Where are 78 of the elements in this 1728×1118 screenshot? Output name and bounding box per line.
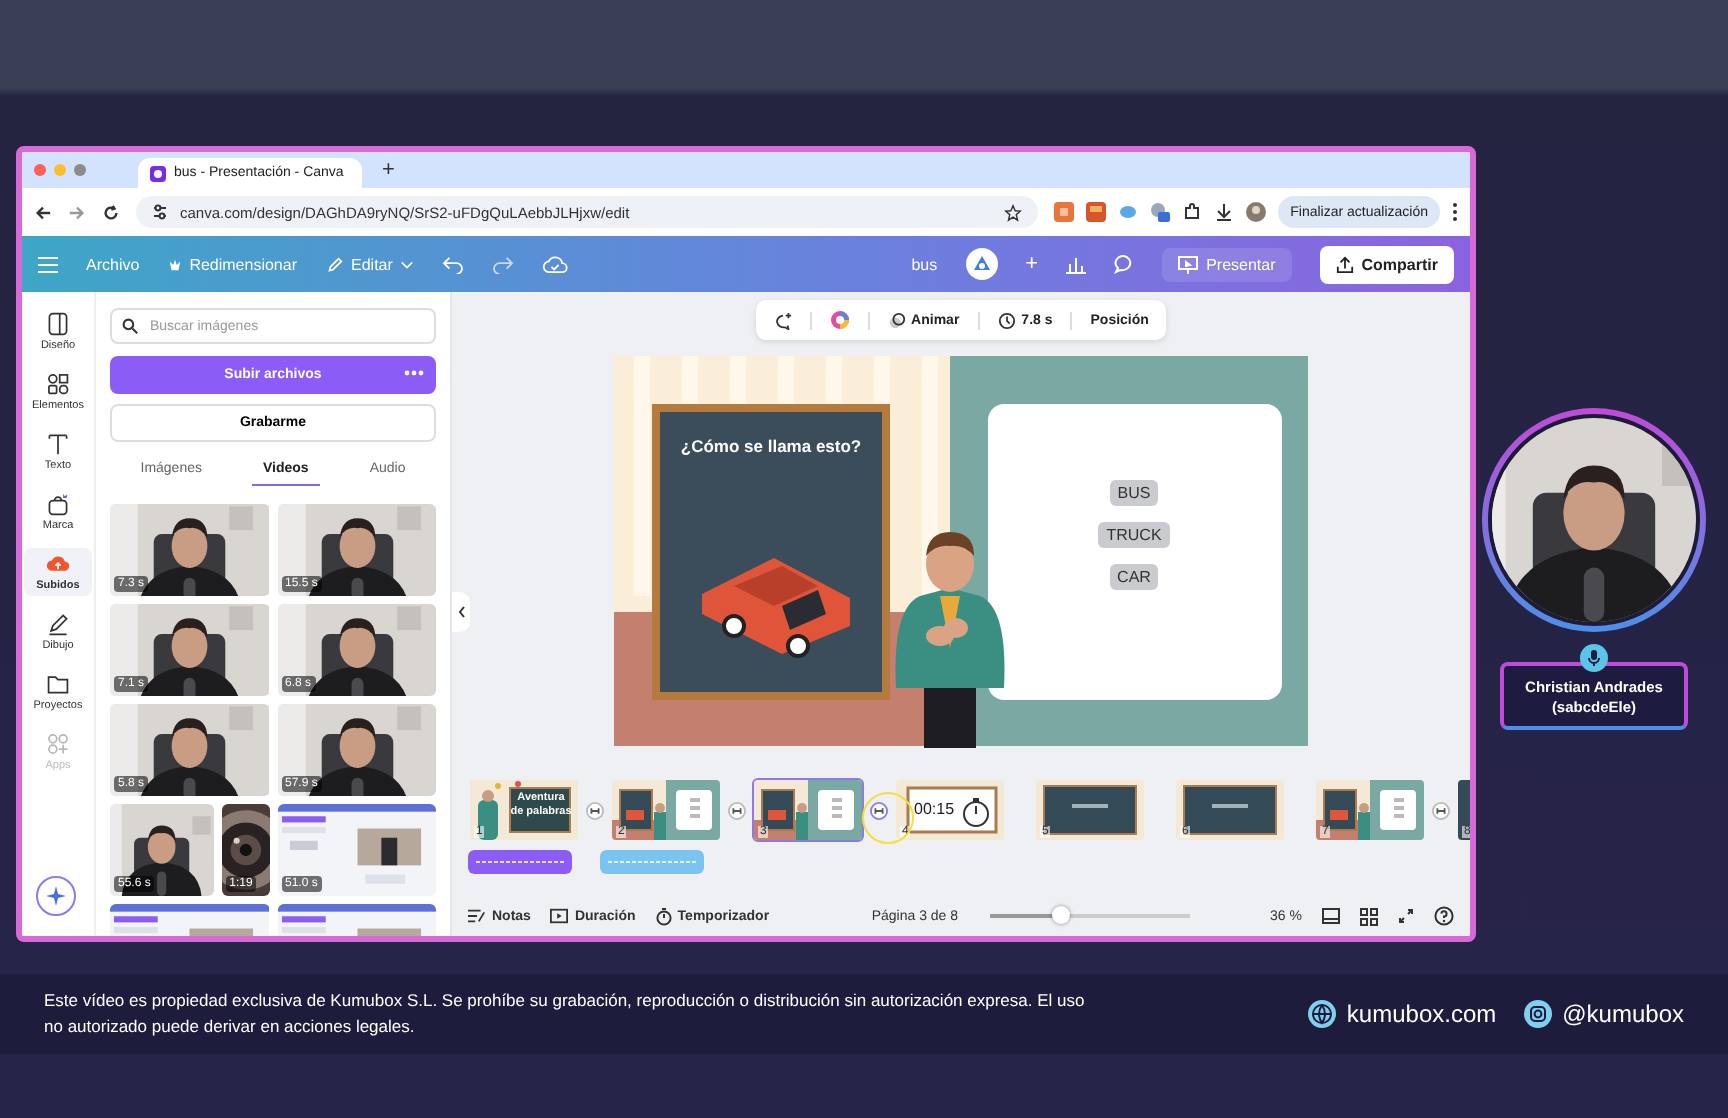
layout-icon xyxy=(46,312,70,336)
new-tab-button[interactable]: + xyxy=(382,158,395,182)
pen-icon xyxy=(46,612,70,636)
insights-chart-icon[interactable] xyxy=(1066,254,1087,274)
design-name[interactable]: bus xyxy=(911,255,938,273)
present-icon xyxy=(1178,255,1199,273)
stopwatch-icon xyxy=(655,907,672,925)
transition-icon[interactable] xyxy=(870,801,888,819)
answer-option[interactable]: TRUCK xyxy=(1098,522,1170,548)
comment-icon[interactable] xyxy=(1114,254,1135,274)
website-link[interactable]: kumubox.com xyxy=(1346,1000,1497,1028)
share-icon xyxy=(1335,255,1354,273)
back-icon[interactable] xyxy=(34,203,52,221)
profile-avatar-icon[interactable] xyxy=(1246,202,1267,222)
shapes-icon xyxy=(46,372,70,396)
slide-thumbnail-drawing xyxy=(470,780,578,840)
share-button[interactable]: Compartir xyxy=(1319,245,1454,283)
copyright-notice: Este vídeo es propiedad exclusiva de Kumubox S.L. Se prohíbe su grabación, reproducción o distribución sin autorización expresa. El uso no autorizado puede derivar en acciones legales. xyxy=(44,988,1087,1040)
site-settings-icon[interactable] xyxy=(152,204,168,220)
transition-icon[interactable] xyxy=(1432,801,1450,819)
forward-icon[interactable] xyxy=(68,203,86,221)
reload-icon[interactable] xyxy=(102,203,120,221)
clock-icon xyxy=(997,311,1016,329)
play-box-icon xyxy=(550,908,569,924)
extension-icon[interactable] xyxy=(1086,202,1107,222)
slide-thumbnail-drawing xyxy=(1036,780,1144,840)
upload-cloud-icon xyxy=(46,552,70,576)
crown-icon xyxy=(167,257,182,271)
download-icon[interactable] xyxy=(1214,202,1235,222)
chevron-left-icon xyxy=(457,606,465,618)
notes-icon xyxy=(468,908,486,924)
slide-thumbnail-drawing xyxy=(1316,780,1424,840)
bookmark-star-icon[interactable] xyxy=(1004,203,1023,221)
add-collaborator-button[interactable]: + xyxy=(1025,252,1039,276)
grid-view-icon[interactable] xyxy=(1360,907,1378,925)
globe-icon xyxy=(1308,1000,1337,1028)
slide-thumbnail-drawing xyxy=(612,780,720,840)
click-highlight xyxy=(862,792,914,844)
extension-icon[interactable] xyxy=(1118,202,1139,222)
search-icon xyxy=(122,318,138,334)
slide-thumbnail-drawing xyxy=(1176,780,1284,840)
extension-icon[interactable] xyxy=(1150,202,1171,222)
undo-icon[interactable] xyxy=(442,255,465,273)
slide-thumbnail-drawing xyxy=(896,780,1004,840)
fullscreen-icon[interactable] xyxy=(1398,908,1414,924)
folder-icon xyxy=(46,672,70,696)
sparkle-icon xyxy=(46,886,66,906)
cloud-saved-icon[interactable] xyxy=(542,255,569,273)
slide-canvas[interactable]: ¿Cómo se llama esto? BUS TRUCK CAR xyxy=(614,356,1308,746)
answer-option[interactable]: CAR xyxy=(1109,564,1159,590)
audio-track[interactable] xyxy=(468,850,572,874)
caret-icon xyxy=(400,259,415,269)
timer-text: 00:15 xyxy=(914,800,955,818)
help-icon[interactable] xyxy=(1434,906,1454,926)
menu-icon[interactable] xyxy=(38,255,58,273)
canva-logo-icon xyxy=(150,165,166,181)
extension-icon[interactable] xyxy=(1054,202,1075,222)
text-icon xyxy=(46,432,70,456)
slide-thumbnail-drawing xyxy=(754,780,862,840)
more-icon[interactable] xyxy=(1452,202,1458,222)
social-handle-link[interactable]: @kumubox xyxy=(1562,1000,1684,1028)
briefcase-icon xyxy=(46,492,70,516)
extensions-puzzle-icon[interactable] xyxy=(1182,202,1203,222)
answer-option[interactable]: BUS xyxy=(1109,480,1159,506)
apps-icon xyxy=(46,732,70,756)
animate-icon xyxy=(887,311,906,329)
instagram-icon xyxy=(1524,1000,1553,1028)
single-page-view-icon[interactable] xyxy=(1322,908,1340,924)
add-comment-icon[interactable] xyxy=(773,311,792,329)
color-wheel-icon[interactable] xyxy=(829,310,850,330)
magic-sparkle-button[interactable] xyxy=(36,876,76,916)
collaborator-avatar-icon[interactable] xyxy=(965,248,998,280)
transition-icon[interactable] xyxy=(586,801,604,819)
question-text: ¿Cómo se llama esto? xyxy=(678,436,864,456)
transition-icon[interactable] xyxy=(728,801,746,819)
collapse-panel-button[interactable] xyxy=(452,592,470,632)
pencil-icon xyxy=(325,255,343,273)
audio-track[interactable] xyxy=(600,850,704,874)
